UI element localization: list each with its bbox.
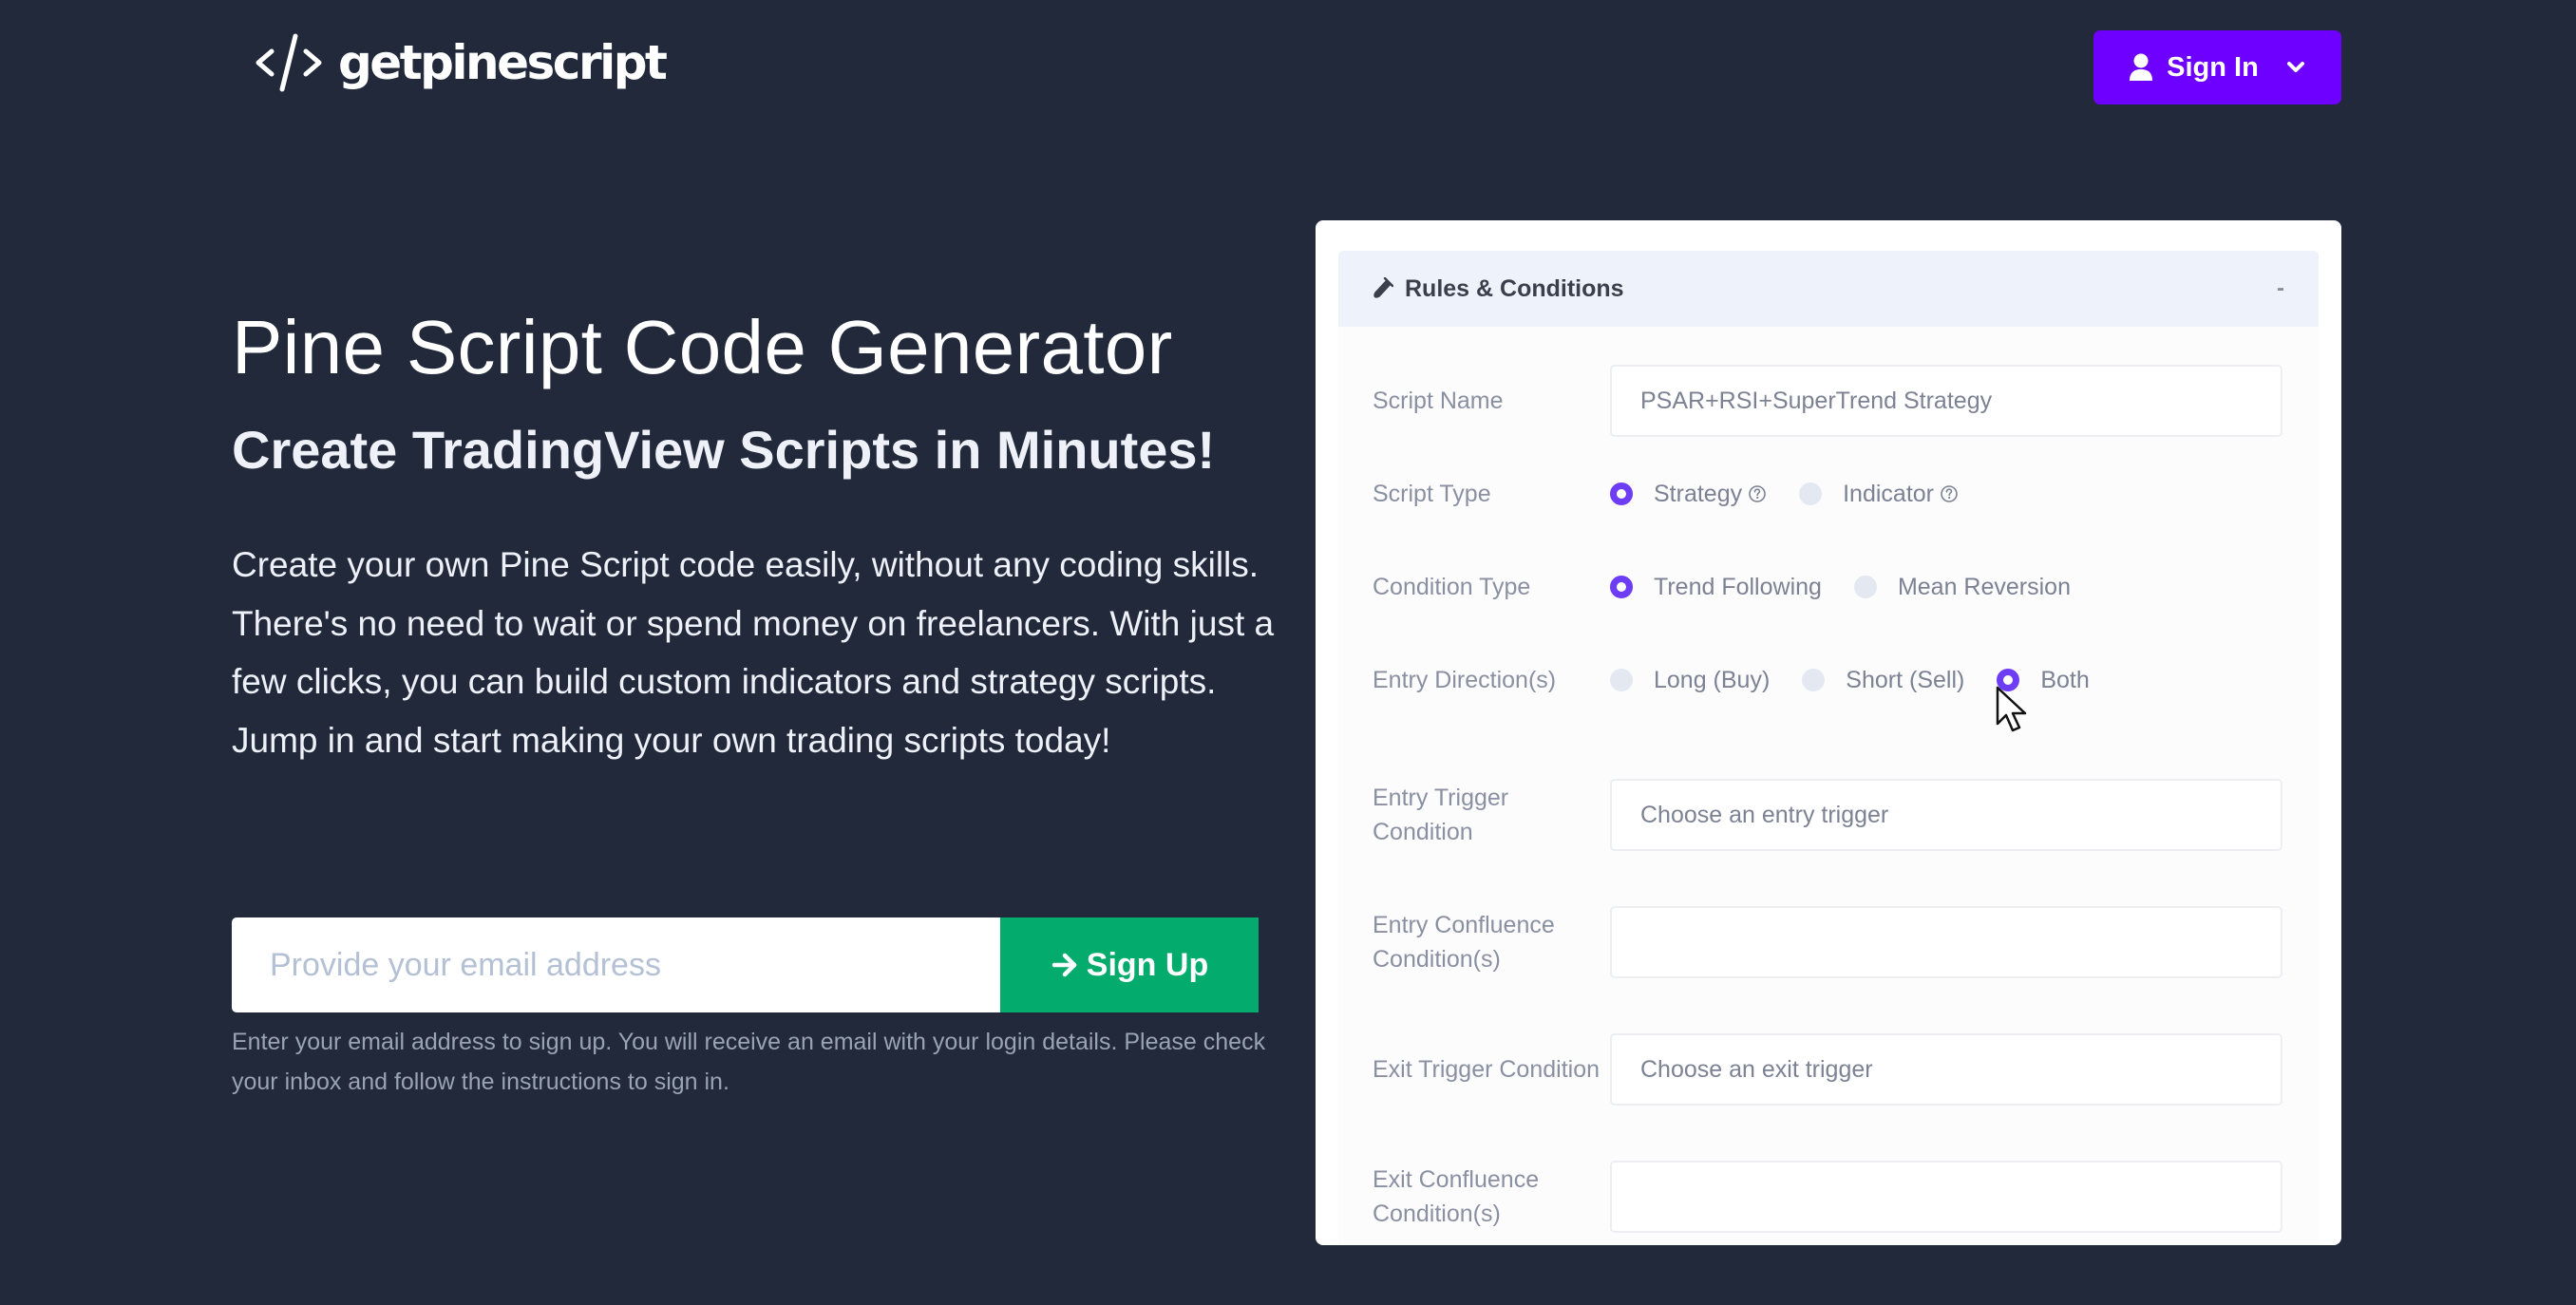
radio-indicator[interactable]: Indicator <box>1799 481 1959 508</box>
page-subtitle: Create TradingView Scripts in Minutes! <box>232 420 1216 480</box>
radio-label: Long (Buy) <box>1654 666 1771 693</box>
page-title: Pine Script Code Generator <box>232 305 1173 389</box>
radio-label: Trend Following <box>1654 573 1822 600</box>
exit-confluence-select[interactable] <box>1610 1161 2282 1233</box>
radio-trend-following[interactable]: Trend Following <box>1610 574 1822 601</box>
radio-checked-icon[interactable] <box>1610 576 1633 598</box>
radio-unchecked-icon[interactable] <box>1853 576 1877 598</box>
flask-icon <box>1373 277 1393 298</box>
exit-confluence-row: Exit Confluence Condition(s) <box>1373 1161 2284 1233</box>
radio-mean-reversion[interactable]: Mean Reversion <box>1853 573 2071 601</box>
help-circle-icon[interactable] <box>1940 484 1959 503</box>
script-generator-card: Rules & Conditions - Script Name Script … <box>1316 220 2341 1245</box>
panel-header[interactable]: Rules & Conditions - <box>1338 251 2319 327</box>
signup-help-text: Enter your email address to sign up. You… <box>232 1029 1266 1095</box>
script-type-row: Script Type Strategy Indicator <box>1373 477 2284 511</box>
radio-short-sell[interactable]: Short (Sell) <box>1802 667 1964 694</box>
exit-confluence-label: Exit Confluence Condition(s) <box>1373 1166 1540 1227</box>
radio-label: Both <box>2040 666 2090 693</box>
radio-both[interactable]: Both <box>1997 666 2090 694</box>
entry-direction-row: Entry Direction(s) Long (Buy) Short (Sel… <box>1373 663 2284 697</box>
hero-description: Create your own Pine Script code easily,… <box>232 545 1275 760</box>
condition-type-row: Condition Type Trend Following Mean Reve… <box>1373 570 2284 604</box>
script-name-label: Script Name <box>1373 388 1504 414</box>
entry-direction-radio-group: Long (Buy) Short (Sell) Both <box>1610 667 2122 694</box>
help-circle-icon[interactable] <box>1748 484 1767 503</box>
exit-trigger-label: Exit Trigger Condition <box>1373 1056 1601 1083</box>
script-type-radio-group: Strategy Indicator <box>1610 481 1991 508</box>
radio-checked-icon[interactable] <box>1610 482 1633 505</box>
condition-type-label: Condition Type <box>1373 574 1531 600</box>
radio-long-buy[interactable]: Long (Buy) <box>1610 667 1770 694</box>
arrow-right-icon <box>1051 953 1077 977</box>
sign-in-label: Sign In <box>2167 51 2259 83</box>
sign-in-button[interactable]: Sign In <box>2093 30 2341 104</box>
brand-logo[interactable]: getpinescript <box>253 30 668 95</box>
script-name-input[interactable] <box>1610 365 2282 437</box>
sign-up-label: Sign Up <box>1086 946 1209 983</box>
script-name-row: Script Name <box>1373 365 2284 437</box>
entry-trigger-row: Entry Trigger Condition <box>1373 779 2284 851</box>
user-icon <box>2130 53 2153 81</box>
rules-conditions-panel: Rules & Conditions - Script Name Script … <box>1338 251 2319 1245</box>
entry-direction-label: Entry Direction(s) <box>1373 667 1557 693</box>
panel-title: Rules & Conditions <box>1405 274 1624 302</box>
entry-confluence-label: Entry Confluence Condition(s) <box>1373 912 1555 973</box>
radio-label: Indicator <box>1843 480 1934 507</box>
radio-checked-icon[interactable] <box>1997 669 2020 691</box>
entry-trigger-label: Entry Trigger Condition <box>1373 785 1509 845</box>
radio-unchecked-icon[interactable] <box>1802 669 1826 691</box>
code-slash-icon <box>256 33 322 92</box>
entry-confluence-row: Entry Confluence Condition(s) <box>1373 906 2284 978</box>
radio-label: Short (Sell) <box>1846 666 1965 693</box>
entry-trigger-select[interactable] <box>1610 779 2282 851</box>
radio-label: Mean Reversion <box>1897 573 2071 600</box>
script-type-label: Script Type <box>1373 481 1491 507</box>
collapse-toggle[interactable]: - <box>2256 275 2284 302</box>
exit-trigger-select[interactable] <box>1610 1033 2282 1106</box>
radio-strategy[interactable]: Strategy <box>1610 481 1767 508</box>
sign-up-button[interactable]: Sign Up <box>1000 917 1259 1012</box>
chevron-down-icon <box>2286 62 2304 72</box>
signup-form: Sign Up <box>232 917 1259 1012</box>
brand-name: getpinescript <box>338 35 668 90</box>
radio-unchecked-icon[interactable] <box>1610 669 1633 691</box>
exit-trigger-row: Exit Trigger Condition <box>1373 1033 2284 1106</box>
email-input[interactable] <box>232 917 1000 1012</box>
entry-confluence-select[interactable] <box>1610 906 2282 978</box>
radio-unchecked-icon[interactable] <box>1799 482 1823 505</box>
radio-label: Strategy <box>1654 480 1743 507</box>
condition-type-radio-group: Trend Following Mean Reversion <box>1610 574 2103 601</box>
